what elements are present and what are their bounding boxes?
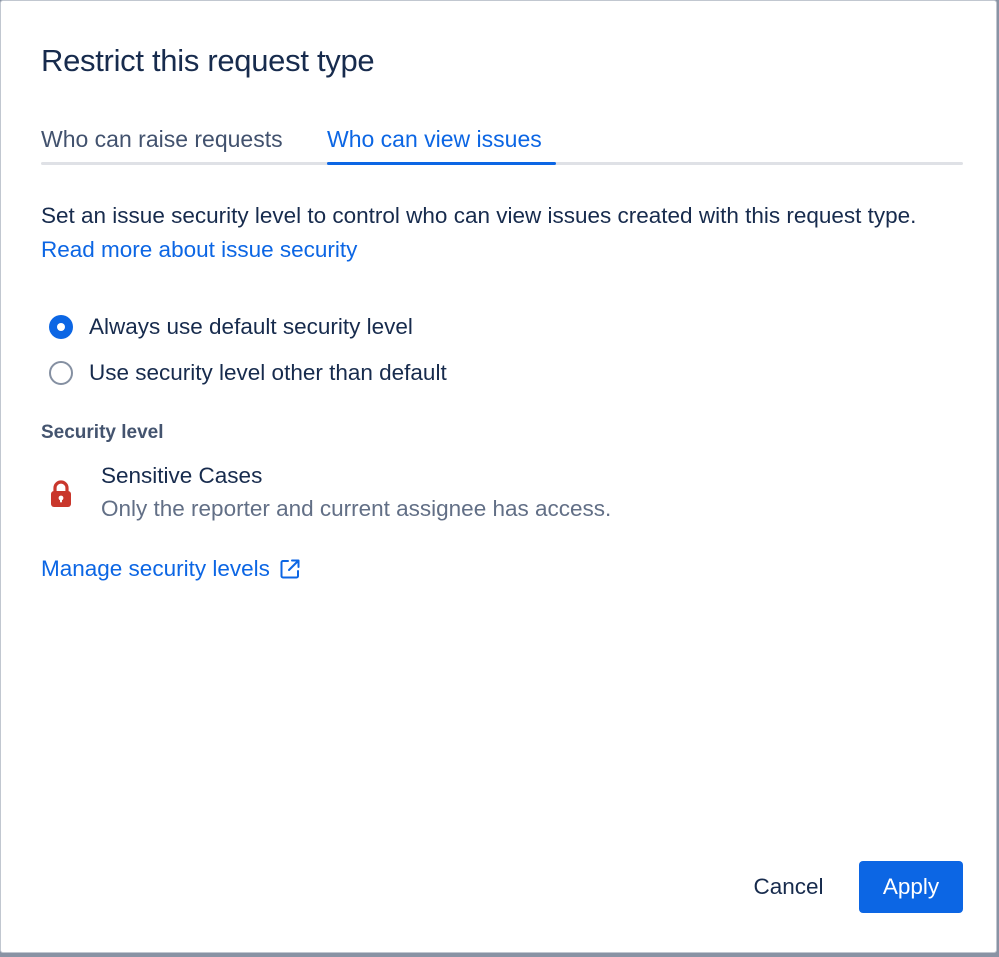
description-text: Set an issue security level to control w… — [41, 199, 961, 267]
description-body: Set an issue security level to control w… — [41, 203, 917, 228]
apply-button[interactable]: Apply — [859, 861, 963, 913]
manage-security-levels-link[interactable]: Manage security levels — [41, 556, 301, 582]
tab-who-can-raise-requests[interactable]: Who can raise requests — [41, 126, 283, 153]
security-level-name: Sensitive Cases — [101, 463, 263, 488]
radio-button-checked[interactable] — [49, 315, 73, 339]
cancel-button[interactable]: Cancel — [732, 861, 845, 913]
security-level-heading: Security level — [41, 422, 164, 443]
tab-who-can-view-issues[interactable]: Who can view issues — [327, 126, 542, 153]
radio-option-default-level[interactable]: Always use default security level — [49, 312, 413, 342]
radio-label-default-level: Always use default security level — [89, 314, 413, 339]
restrict-request-type-dialog: Restrict this request type Who can raise… — [0, 0, 997, 953]
external-link-icon — [280, 559, 300, 579]
security-level-description: Only the reporter and current assignee h… — [101, 496, 612, 521]
tab-list: Who can raise requests Who can view issu… — [41, 123, 963, 165]
read-more-link[interactable]: Read more about issue security — [41, 237, 357, 262]
dialog-title: Restrict this request type — [41, 43, 375, 78]
radio-label-other-level: Use security level other than default — [89, 360, 447, 385]
manage-security-levels-label: Manage security levels — [41, 556, 270, 581]
radio-option-other-level[interactable]: Use security level other than default — [49, 358, 447, 388]
lock-icon — [51, 480, 71, 507]
selected-tab-indicator — [327, 162, 556, 165]
radio-button-unchecked[interactable] — [49, 361, 73, 385]
